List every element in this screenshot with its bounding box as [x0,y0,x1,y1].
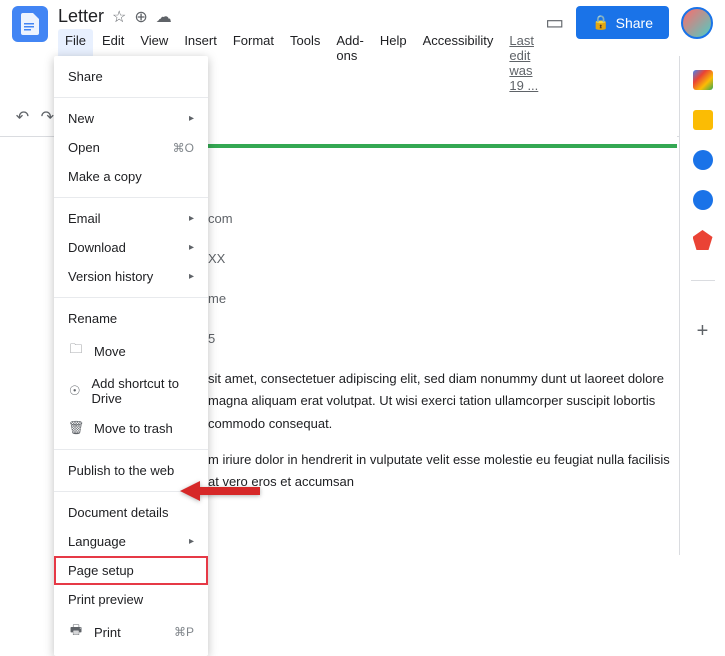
keep-icon[interactable] [693,110,713,130]
menu-help[interactable]: Help [373,29,414,97]
menu-page-setup[interactable]: Page setup [54,556,208,585]
menu-open[interactable]: Open⌘O [54,133,208,162]
comments-icon[interactable]: ▭ [545,10,564,35]
move-icon[interactable]: ⊕ [134,7,147,27]
callout-arrow [180,476,260,511]
chevron-right-icon: ▸ [189,242,194,253]
green-divider [208,144,677,148]
docs-logo[interactable] [12,6,48,42]
undo-icon[interactable]: ↶ [12,104,33,130]
menu-tools[interactable]: Tools [283,29,327,97]
plus-icon[interactable]: + [697,320,709,343]
contacts-icon[interactable] [693,190,713,210]
share-label: Share [616,15,653,31]
file-menu-dropdown: Share New▸ Open⌘O Make a copy Email▸ Dow… [54,56,208,656]
tasks-icon[interactable] [693,150,713,170]
menu-print-preview[interactable]: Print preview [54,585,208,614]
shortcut-icon: ☉ [68,383,82,399]
menu-make-copy[interactable]: Make a copy [54,162,208,191]
menu-add-shortcut[interactable]: ☉Add shortcut to Drive [54,369,208,413]
body-paragraph: sit amet, consectetuer adipiscing elit, … [208,368,677,434]
chevron-right-icon: ▸ [189,536,194,547]
menu-rename[interactable]: Rename [54,304,208,333]
text-fragment: com [208,208,677,230]
text-fragment: XX [208,248,677,270]
body-paragraph: m iriure dolor in hendrerit in vulputate… [208,449,677,493]
document-canvas[interactable]: com XX me 5 sit amet, consectetuer adipi… [208,96,677,555]
menu-addons[interactable]: Add-ons [329,29,370,97]
menu-move[interactable]: 🗀Move [54,333,208,369]
menu-new[interactable]: New▸ [54,104,208,133]
side-panel: + [679,56,725,555]
menu-share[interactable]: Share [54,62,208,91]
menu-language[interactable]: Language▸ [54,527,208,556]
menu-version-history[interactable]: Version history▸ [54,262,208,291]
chevron-right-icon: ▸ [189,271,194,282]
trash-icon: 🗑 [68,420,84,436]
calendar-icon[interactable] [693,70,713,90]
share-button[interactable]: 🔒 Share [576,6,669,39]
star-icon[interactable]: ☆ [112,7,126,27]
cloud-icon[interactable]: ☁ [156,7,172,27]
chevron-right-icon: ▸ [189,213,194,224]
folder-icon: 🗀 [68,340,84,362]
avatar[interactable] [681,7,713,39]
text-fragment: 5 [208,328,677,350]
chevron-right-icon: ▸ [189,113,194,124]
menu-format[interactable]: Format [226,29,281,97]
menu-download[interactable]: Download▸ [54,233,208,262]
menu-accessibility[interactable]: Accessibility [416,29,501,97]
menu-print[interactable]: 🖶Print⌘P [54,614,208,650]
text-fragment: me [208,288,677,310]
doc-title[interactable]: Letter [58,6,104,27]
print-icon: 🖶 [68,621,84,643]
lock-icon: 🔒 [592,14,609,31]
menu-email[interactable]: Email▸ [54,204,208,233]
last-edit-link[interactable]: Last edit was 19 ... [502,29,545,97]
menu-move-trash[interactable]: 🗑Move to trash [54,413,208,443]
maps-icon[interactable] [693,230,713,250]
